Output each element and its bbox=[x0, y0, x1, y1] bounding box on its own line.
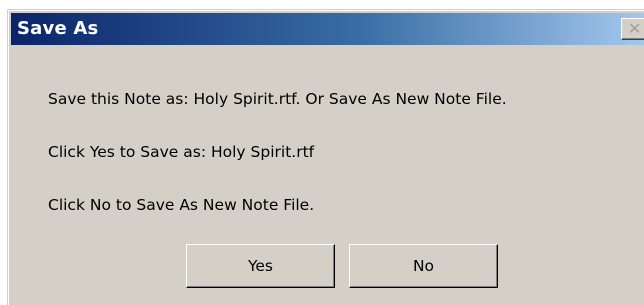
title-bar[interactable]: Save As ✕ bbox=[11, 13, 644, 45]
message-line-no-instruction: Click No to Save As New Note File. bbox=[48, 196, 315, 214]
close-button[interactable]: ✕ bbox=[621, 18, 644, 40]
no-button[interactable]: No bbox=[349, 244, 498, 288]
dialog-title: Save As bbox=[17, 18, 99, 39]
save-as-dialog: Save As ✕ Save this Note as: Holy Spirit… bbox=[7, 9, 644, 305]
close-icon: ✕ bbox=[628, 19, 642, 38]
yes-button[interactable]: Yes bbox=[186, 244, 335, 288]
message-line-yes-instruction: Click Yes to Save as: Holy Spirit.rtf bbox=[48, 143, 315, 161]
message-line-save-note: Save this Note as: Holy Spirit.rtf. Or S… bbox=[48, 90, 507, 108]
